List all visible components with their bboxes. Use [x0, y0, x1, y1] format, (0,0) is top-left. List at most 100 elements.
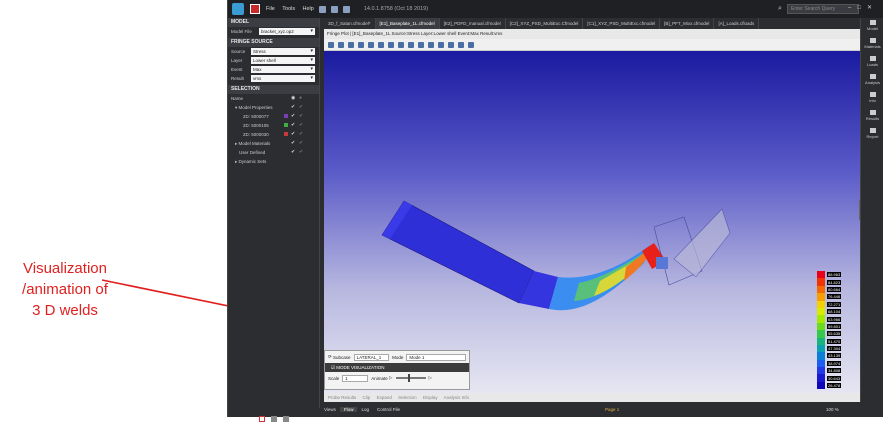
legend-row: 76.446 — [817, 293, 849, 301]
tree-item[interactable]: 2D: 5000077 ✔ ✔ — [231, 112, 319, 121]
refresh-icon[interactable]: ⟳ — [328, 354, 332, 360]
legend-swatch — [817, 337, 825, 345]
tab-c1-psd[interactable]: [C1]_XYZ_PSD_MultiExc.cfmodel — [583, 18, 661, 29]
tab-3d-satan[interactable]: 3D_f_Satan.cfmodel* — [324, 18, 376, 29]
model-file-select[interactable]: bracket_xyz.op2 — [259, 28, 315, 35]
user-icon: ● — [299, 95, 303, 101]
legend-value: 30.643 — [827, 375, 842, 381]
status-flow[interactable]: Flow — [339, 407, 358, 412]
zoom-level: 100 % — [826, 407, 839, 412]
loads-tool[interactable]: Loads — [861, 56, 883, 72]
redo-view-icon[interactable] — [388, 41, 394, 48]
check-icon[interactable]: ✔ — [291, 121, 295, 130]
3d-viewport[interactable]: 88.963 84.823 80.664 76.446 72.271 68.10… — [324, 51, 860, 393]
tree-item[interactable]: ▸ Dynamic Sets — [231, 157, 319, 166]
next-icon[interactable]: ▷ — [429, 375, 432, 381]
record-icon[interactable] — [250, 4, 260, 14]
check-icon[interactable]: ✔ — [299, 130, 303, 139]
pencil-icon[interactable] — [438, 41, 444, 48]
color-swatch — [284, 114, 288, 118]
wireframe-icon[interactable] — [408, 41, 414, 48]
tab-display[interactable]: Display — [423, 395, 438, 400]
event-select[interactable]: Max — [251, 66, 315, 73]
mode-select[interactable]: Mode 1 — [406, 353, 466, 361]
source-select[interactable]: Stress — [251, 48, 315, 55]
tab-analysis-info[interactable]: Analysis Info — [444, 395, 470, 400]
model-header: MODEL — [228, 18, 319, 27]
check-icon[interactable]: ✔ — [299, 121, 303, 130]
check-icon[interactable]: ✔ — [291, 148, 295, 157]
redo-icon[interactable] — [342, 5, 350, 13]
check-icon[interactable]: ✔ — [299, 148, 303, 157]
visibility-icon: ◉ — [291, 95, 296, 101]
rotate-icon[interactable] — [358, 41, 364, 48]
fringe-icon[interactable] — [428, 41, 434, 48]
view-cube-icon[interactable] — [328, 41, 334, 48]
settings-icon[interactable] — [468, 41, 474, 48]
subcase-select[interactable]: LATERAL_1 — [353, 353, 390, 361]
check-icon[interactable]: ✔ — [291, 112, 295, 121]
check-icon[interactable]: ✔ — [291, 103, 295, 112]
status-log[interactable]: Log — [357, 407, 373, 412]
right-toolbar: Model Materials Loads Analysis Info Resu… — [860, 18, 883, 402]
check-icon[interactable]: ✔ — [299, 139, 303, 148]
menu-file[interactable]: File — [266, 6, 275, 12]
results-icon — [869, 110, 876, 115]
title-bar: File Tools Help 14.0.1.8758 (Oct 18 2019… — [228, 0, 883, 18]
check-icon[interactable]: ✔ — [291, 130, 295, 139]
layer-select[interactable]: Lower shell — [251, 57, 315, 64]
tab-baseplate[interactable]: [E1]_Baseplate_1L.cfmodel — [375, 18, 440, 29]
shaded-icon[interactable] — [418, 41, 424, 48]
tab-expand[interactable]: Expand — [377, 395, 392, 400]
search-icon[interactable]: ⌕ — [778, 5, 782, 13]
tree-item[interactable]: 2D: 5000030 ✔ ✔ — [231, 130, 319, 139]
status-views[interactable]: Views — [320, 407, 340, 412]
layer-row: Layer Lower shell — [228, 56, 319, 65]
status-control-file[interactable]: Control File — [373, 407, 404, 412]
tab-pdfd-manual[interactable]: [E2]_PDFD_manual.cfmodel — [440, 18, 506, 29]
probe-icon[interactable] — [448, 41, 454, 48]
tab-selection[interactable]: Selection — [398, 395, 417, 400]
mode-visualization-bar[interactable]: ☑ MODE VISUALIZATION — [325, 363, 469, 372]
fit-icon[interactable] — [348, 41, 354, 48]
analysis-tool[interactable]: Analysis — [861, 74, 883, 90]
report-tool[interactable]: Report — [861, 128, 883, 144]
results-tool[interactable]: Results — [861, 110, 883, 126]
scale-row: Scale 1 Animate ▷ ▷ — [325, 372, 469, 384]
camera-icon[interactable] — [458, 41, 464, 48]
info-tool[interactable]: Info — [861, 92, 883, 108]
tab-probe-results[interactable]: Probe Results — [328, 395, 356, 400]
mesh-icon[interactable] — [398, 41, 404, 48]
pan-icon[interactable] — [368, 41, 374, 48]
tree-item[interactable]: ▸ Model Materials ✔ ✔ — [231, 139, 319, 148]
tree-item[interactable]: ▾ Model Properties ✔ ✔ — [231, 103, 319, 112]
undo-view-icon[interactable] — [378, 41, 384, 48]
check-icon[interactable]: ✔ — [299, 103, 303, 112]
tree-item[interactable]: 2D: 5000105 ✔ ✔ — [231, 121, 319, 130]
model-tool[interactable]: Model — [861, 20, 883, 36]
check-icon[interactable]: ✔ — [299, 112, 303, 121]
menu-tools[interactable]: Tools — [282, 6, 295, 12]
undo-icon[interactable] — [330, 5, 338, 13]
tree-item[interactable]: User Defined ✔ ✔ — [231, 148, 319, 157]
app-window: File Tools Help 14.0.1.8758 (Oct 18 2019… — [227, 0, 883, 422]
loads-icon — [869, 56, 876, 61]
viewport-tabs: Probe Results Clip Expand Selection Disp… — [324, 393, 860, 402]
tab-pft-mixx[interactable]: [B]_PFT_Mixx.cfmodel — [660, 18, 715, 29]
animation-slider[interactable] — [395, 374, 426, 382]
legend-row: 80.664 — [817, 285, 849, 294]
tab-clip[interactable]: Clip — [363, 395, 371, 400]
tab-c2-psd[interactable]: [C2]_XYZ_PSD_MultiExc.Cfmodel — [506, 18, 584, 29]
materials-tool[interactable]: Materials — [861, 38, 883, 54]
tab-loads[interactable]: [A]_Loads.cfloads — [714, 18, 760, 29]
result-select[interactable]: vms — [251, 75, 315, 82]
check-icon[interactable]: ✔ — [291, 139, 295, 148]
tree-header: Name ◉ ● — [231, 94, 319, 103]
play-icon[interactable]: ▷ — [389, 375, 392, 381]
loads-tool-label: Loads — [867, 62, 878, 67]
scale-input[interactable]: 1 — [342, 374, 369, 382]
save-icon[interactable] — [318, 5, 326, 13]
window-controls[interactable]: –□✕ — [848, 4, 878, 11]
menu-help[interactable]: Help — [303, 6, 314, 12]
zoom-icon[interactable] — [338, 41, 344, 48]
